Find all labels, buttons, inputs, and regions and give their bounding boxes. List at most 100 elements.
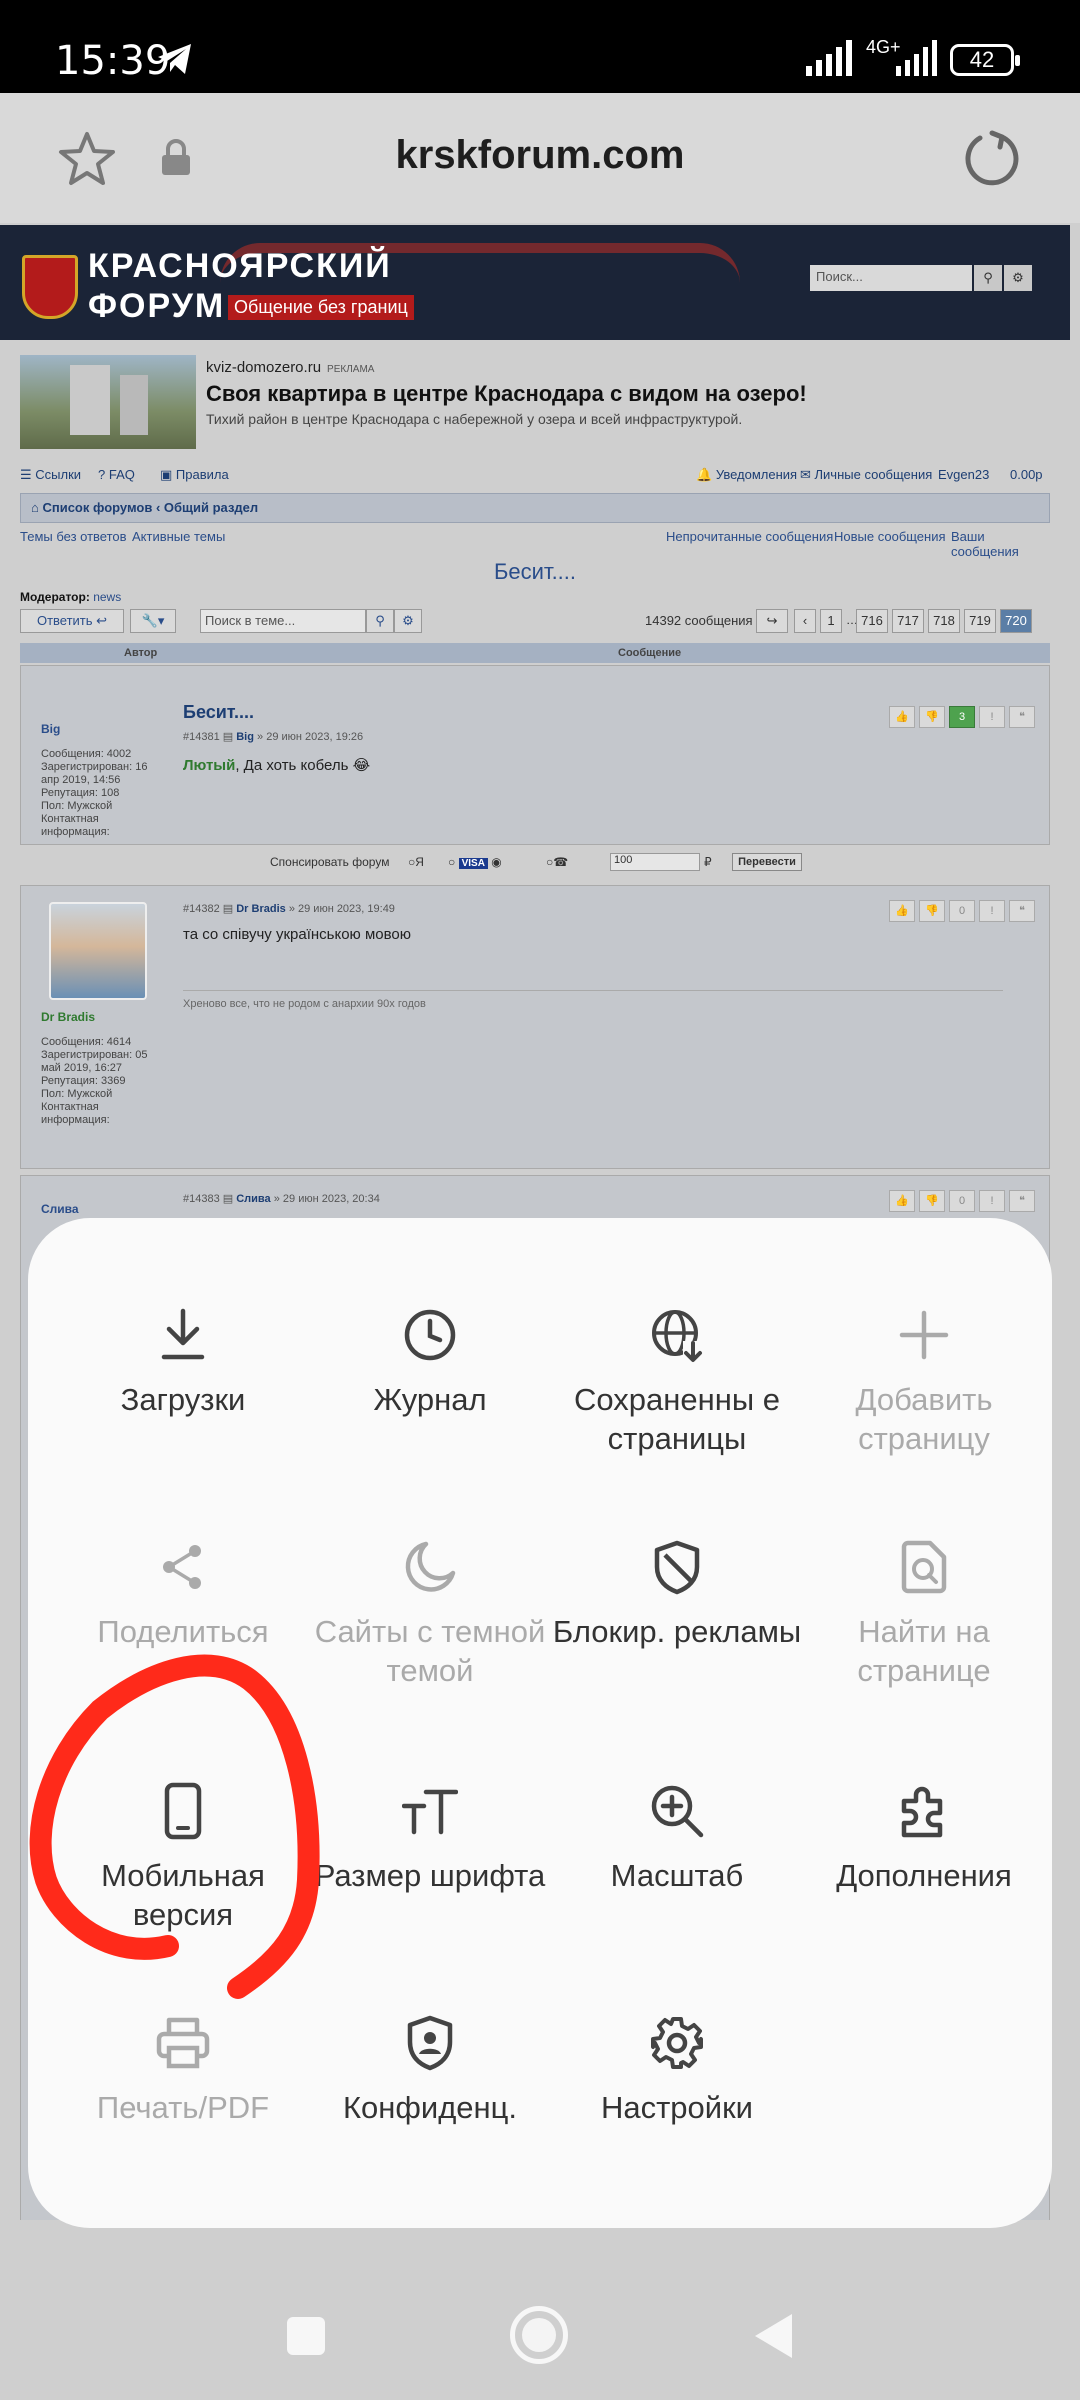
nav-rules[interactable]: ▣ Правила (160, 467, 229, 483)
home-button[interactable] (510, 2306, 568, 2364)
page-718[interactable]: 718 (928, 609, 960, 633)
nav-faq[interactable]: ? FAQ (98, 467, 135, 482)
printer-icon (156, 2017, 210, 2069)
like-icon[interactable]: 👍 (889, 1190, 915, 1212)
post-author[interactable]: Dr Bradis (41, 1010, 95, 1024)
transfer-button[interactable]: Перевести (732, 853, 802, 871)
menu-print[interactable]: Печать/PDF (58, 2008, 308, 2127)
menu-privacy[interactable]: Конфиденц. (305, 2008, 555, 2127)
report-icon[interactable]: ! (979, 1190, 1005, 1212)
post-subject[interactable]: Бесит.... (183, 702, 254, 723)
menu-find-on-page[interactable]: Найти на странице (799, 1532, 1049, 1690)
jump-icon[interactable]: ↪ (756, 609, 788, 633)
banner-subtitle: Общение без границ (228, 295, 414, 320)
link-new[interactable]: Новые сообщения (834, 529, 946, 544)
forum-banner[interactable]: КРАСНОЯРСКИЙ ФОРУМ Общение без границ По… (0, 225, 1070, 340)
post-actions: 👍 👎 0! ❝ (885, 900, 1035, 922)
page-720[interactable]: 720 (1000, 609, 1032, 633)
dislike-icon[interactable]: 👎 (919, 1190, 945, 1212)
menu-saved-pages[interactable]: Сохраненны е страницы (552, 1300, 802, 1458)
dislike-icon[interactable]: 👎 (919, 900, 945, 922)
quote-icon[interactable]: ❝ (1009, 706, 1035, 728)
browser-toolbar: krskforum.com (0, 93, 1080, 223)
search-icon[interactable]: ⚲ (366, 609, 394, 633)
meta-line: Контактная информация: (41, 813, 110, 838)
prev-page-icon[interactable]: ‹ (794, 609, 816, 633)
menu-settings[interactable]: Настройки (552, 2008, 802, 2127)
post-info-author[interactable]: Слива (236, 1193, 270, 1205)
like-icon[interactable]: 👍 (889, 900, 915, 922)
menu-dark-sites[interactable]: Сайты с темной темой (305, 1532, 555, 1690)
back-button[interactable] (752, 2312, 794, 2360)
menu-add-page[interactable]: Добавить страницу (799, 1300, 1049, 1458)
search-icon[interactable]: ⚲ (974, 265, 1002, 291)
menu-font-size[interactable]: Размер шрифта (305, 1776, 555, 1895)
menu-addons[interactable]: Дополнения (799, 1776, 1049, 1895)
ad-title[interactable]: Своя квартира в центре Краснодара с видо… (206, 381, 807, 407)
post-info-author[interactable]: Dr Bradis (236, 903, 286, 915)
meta-line: Репутация: 108 (41, 787, 120, 799)
phone-radio[interactable]: ○☎ (546, 855, 568, 869)
post: Big Сообщения: 4002 Зарегистрирован: 16 … (20, 665, 1050, 845)
topic-title[interactable]: Бесит.... (0, 559, 1070, 585)
recent-apps-button[interactable] (287, 2317, 325, 2355)
avatar[interactable] (49, 902, 147, 1000)
menu-font-size-label: Размер шрифта (314, 1858, 546, 1893)
quote-icon[interactable]: ❝ (1009, 1190, 1035, 1212)
moon-icon (405, 1541, 456, 1592)
ad-image (20, 355, 196, 449)
post-mention[interactable]: Лютый (183, 757, 235, 774)
sponsor-amount-input[interactable]: 100 (610, 853, 700, 871)
menu-zoom[interactable]: Масштаб (552, 1776, 802, 1895)
post-number[interactable]: #14383 (183, 1193, 220, 1205)
quote-icon[interactable]: ❝ (1009, 900, 1035, 922)
status-time: 15:39 (55, 38, 171, 84)
nav-links[interactable]: ☰ Ссылки (20, 467, 81, 483)
post-author[interactable]: Big (41, 722, 60, 736)
address-bar-url[interactable]: krskforum.com (0, 133, 1080, 178)
like-icon[interactable]: 👍 (889, 706, 915, 728)
report-icon[interactable]: ! (979, 900, 1005, 922)
page-717[interactable]: 717 (892, 609, 924, 633)
reply-button[interactable]: Ответить ↩ (20, 609, 124, 633)
nav-user[interactable]: Evgen23 (938, 467, 989, 482)
link-unread[interactable]: Непрочитанные сообщения (666, 529, 833, 544)
breadcrumb-home[interactable]: Список форумов (42, 500, 152, 515)
menu-adblock[interactable]: Блокир. рекламы (552, 1532, 802, 1651)
post-number[interactable]: #14381 (183, 731, 220, 743)
topic-search-input[interactable]: Поиск в теме... (200, 609, 366, 633)
advertisement[interactable]: kviz-domozero.ru РЕКЛАМА Своя квартира в … (20, 355, 1070, 455)
message-count: 14392 сообщения (645, 613, 753, 628)
link-active[interactable]: Активные темы (132, 529, 225, 544)
tools-wrench-icon[interactable]: 🔧▾ (130, 609, 176, 633)
post-author[interactable]: Слива (41, 1202, 79, 1216)
menu-history[interactable]: Журнал (305, 1300, 555, 1419)
breadcrumb-section[interactable]: Общий раздел (164, 500, 258, 515)
dislike-icon[interactable]: 👎 (919, 706, 945, 728)
gear-icon[interactable]: ⚙ (394, 609, 422, 633)
reload-icon[interactable] (962, 129, 1022, 189)
page-1[interactable]: 1 (820, 609, 842, 633)
page-719[interactable]: 719 (964, 609, 996, 633)
post-number[interactable]: #14382 (183, 903, 220, 915)
post: Dr Bradis Сообщения: 4614 Зарегистрирова… (20, 885, 1050, 1169)
menu-history-label: Журнал (373, 1382, 487, 1417)
nav-notifications[interactable]: 🔔 Уведомления (696, 467, 797, 483)
menu-share[interactable]: Поделиться (58, 1532, 308, 1651)
link-your[interactable]: Ваши сообщения (951, 529, 1050, 559)
menu-downloads[interactable]: Загрузки (58, 1300, 308, 1419)
post-info: #14383 ▤ Слива » 29 июн 2023, 20:34 (183, 1193, 380, 1205)
forum-search-input[interactable]: Поиск... (810, 265, 972, 291)
nav-messages[interactable]: ✉ Личные сообщения (800, 467, 932, 483)
link-no-replies[interactable]: Темы без ответов (20, 529, 127, 544)
menu-mobile-version[interactable]: Мобильная версия (58, 1776, 308, 1934)
meta-line: Сообщения: 4614 (41, 1036, 132, 1048)
moderator-link[interactable]: news (93, 590, 121, 604)
gear-icon[interactable]: ⚙ (1004, 265, 1032, 291)
report-icon[interactable]: ! (979, 706, 1005, 728)
sponsor-bar: Спонсировать форум ○Я ○ VISA ◉ ○☎ 100 ₽ … (20, 851, 1050, 875)
card-radio[interactable]: ○ VISA ◉ (448, 855, 502, 869)
yandex-radio[interactable]: ○Я (408, 855, 424, 869)
post-info-author[interactable]: Big (236, 731, 254, 743)
page-716[interactable]: 716 (856, 609, 888, 633)
